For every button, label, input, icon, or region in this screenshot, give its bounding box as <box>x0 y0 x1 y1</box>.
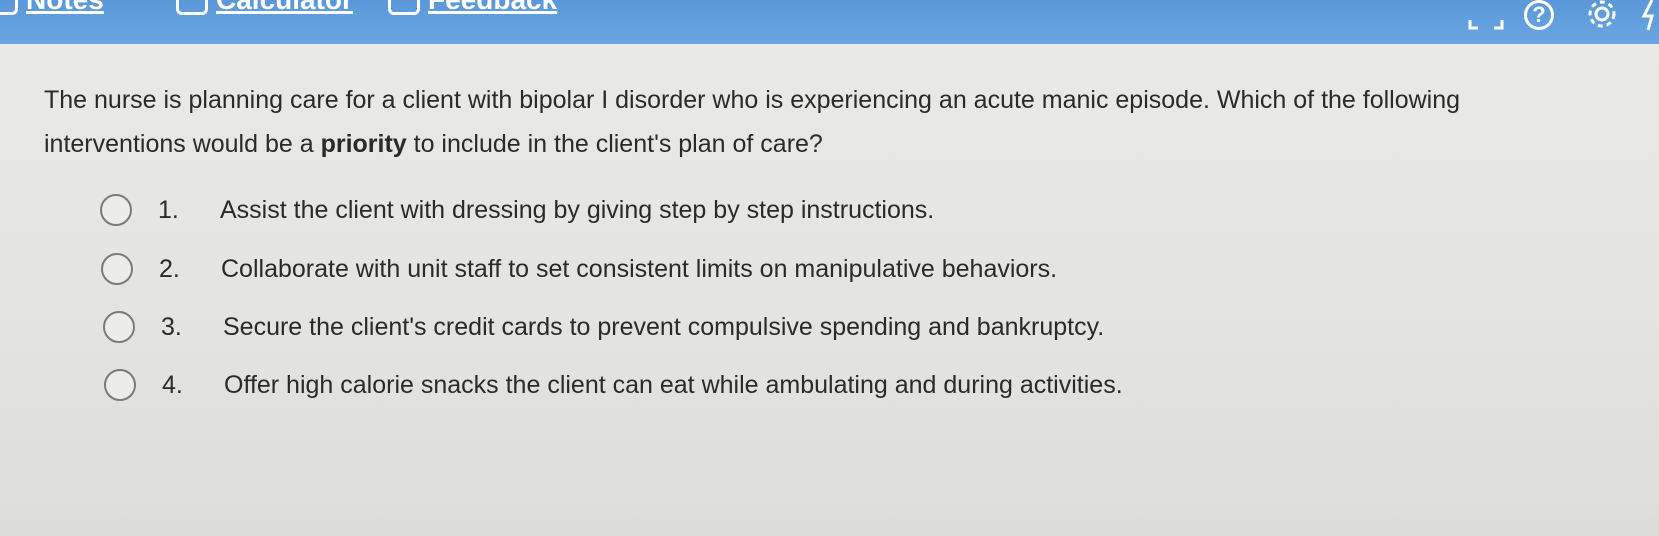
help-icon[interactable]: ? <box>1524 0 1554 30</box>
lightning-icon[interactable] <box>1640 0 1659 32</box>
top-toolbar: Notes Calculator Feedback ? <box>0 0 1659 44</box>
radio-button[interactable] <box>103 311 135 343</box>
option-number: 3. <box>161 312 182 341</box>
answer-option-4[interactable]: 4. Offer high calorie snacks the client … <box>104 365 1123 405</box>
expand-icon[interactable] <box>1466 6 1506 32</box>
notes-button[interactable]: Notes <box>0 0 104 16</box>
option-number: 2. <box>159 254 180 283</box>
feedback-button[interactable]: Feedback <box>388 0 557 16</box>
answer-option-3[interactable]: 3. Secure the client's credit cards to p… <box>103 307 1104 347</box>
option-text: Collaborate with unit staff to set consi… <box>221 254 1058 283</box>
option-text: Secure the client's credit cards to prev… <box>223 312 1105 341</box>
feedback-icon <box>388 0 420 15</box>
calculator-icon <box>176 0 208 15</box>
radio-button[interactable] <box>100 194 132 226</box>
answer-option-2[interactable]: 2. Collaborate with unit staff to set co… <box>101 249 1057 289</box>
option-text: Assist the client with dressing by givin… <box>220 195 935 224</box>
answer-options: 1. Assist the client with dressing by gi… <box>0 44 1659 536</box>
option-number: 4. <box>162 370 183 399</box>
question-panel: The nurse is planning care for a client … <box>0 44 1659 536</box>
help-glyph: ? <box>1532 2 1546 27</box>
calculator-button[interactable]: Calculator <box>176 0 353 16</box>
radio-button[interactable] <box>104 369 136 401</box>
gear-icon[interactable] <box>1584 0 1620 32</box>
answer-option-1[interactable]: 1. Assist the client with dressing by gi… <box>100 190 934 230</box>
option-number: 1. <box>158 195 179 224</box>
radio-button[interactable] <box>101 253 133 285</box>
feedback-label: Feedback <box>428 0 557 16</box>
notes-label: Notes <box>26 0 104 16</box>
notes-icon <box>0 0 18 15</box>
option-text: Offer high calorie snacks the client can… <box>224 370 1123 399</box>
calculator-label: Calculator <box>216 0 353 16</box>
